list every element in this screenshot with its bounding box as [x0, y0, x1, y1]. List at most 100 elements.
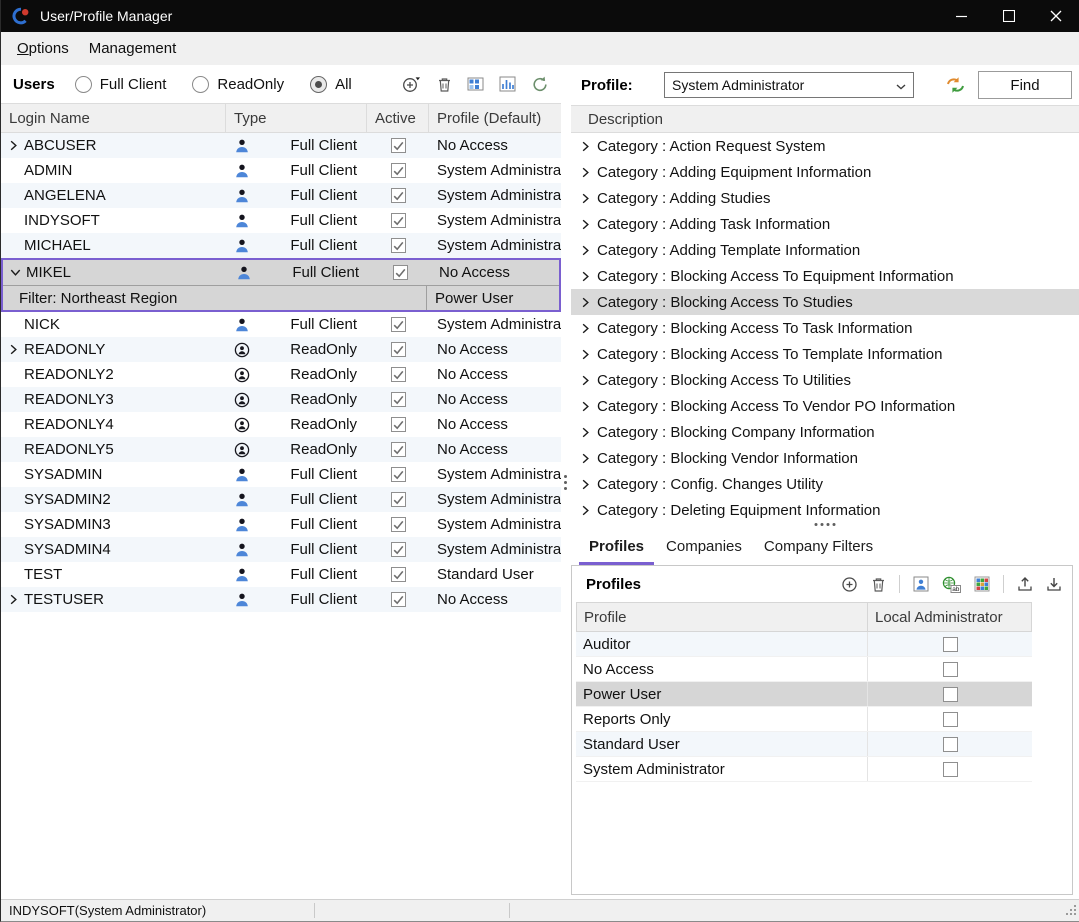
globe-rename-icon[interactable]: ab [942, 576, 961, 593]
active-checkbox[interactable] [391, 188, 406, 203]
expand-icon[interactable] [577, 268, 594, 285]
expand-icon[interactable] [577, 190, 594, 207]
category-row[interactable]: Category : Action Request System [571, 133, 1079, 159]
local-admin-checkbox[interactable] [943, 762, 958, 777]
profile-row[interactable]: System Administrator [576, 757, 1032, 782]
collapse-icon[interactable] [7, 264, 24, 281]
menu-options[interactable]: Options [7, 35, 79, 62]
tab-profiles[interactable]: Profiles [579, 532, 654, 565]
user-row[interactable]: MICHAELFull ClientSystem Administrator [1, 233, 561, 258]
splitter-grip-icon[interactable] [815, 523, 836, 526]
expand-icon[interactable] [577, 398, 594, 415]
active-checkbox[interactable] [391, 567, 406, 582]
category-row[interactable]: Category : Adding Template Information [571, 237, 1079, 263]
local-admin-checkbox[interactable] [943, 687, 958, 702]
category-row[interactable]: Category : Blocking Access To Vendor PO … [571, 393, 1079, 419]
category-row[interactable]: Category : Blocking Access To Studies [571, 289, 1079, 315]
user-row[interactable]: TESTUSERFull ClientNo Access [1, 587, 561, 612]
category-row[interactable]: Category : Adding Task Information [571, 211, 1079, 237]
user-report-icon[interactable] [499, 76, 516, 92]
permissions-grid-icon[interactable] [974, 576, 990, 592]
user-row[interactable]: SYSADMINFull ClientSystem Administrator [1, 462, 561, 487]
category-row[interactable]: Category : Adding Studies [571, 185, 1079, 211]
expand-icon[interactable] [577, 450, 594, 467]
category-row[interactable]: Category : Blocking Access To Equipment … [571, 263, 1079, 289]
add-user-icon[interactable] [402, 75, 422, 93]
column-login-name[interactable]: Login Name [1, 104, 226, 132]
user-row[interactable]: SYSADMIN3Full ClientSystem Administrator [1, 512, 561, 537]
active-checkbox[interactable] [391, 442, 406, 457]
active-checkbox[interactable] [391, 213, 406, 228]
local-admin-checkbox[interactable] [943, 637, 958, 652]
user-row[interactable]: READONLYReadOnlyNo Access [1, 337, 561, 362]
active-checkbox[interactable] [391, 163, 406, 178]
category-row[interactable]: Category : Blocking Vendor Information [571, 445, 1079, 471]
column-profile-default[interactable]: Profile (Default) [429, 104, 561, 132]
user-row[interactable]: READONLY3ReadOnlyNo Access [1, 387, 561, 412]
user-filter-row[interactable]: Filter: Northeast RegionPower User [3, 285, 559, 310]
active-checkbox[interactable] [391, 342, 406, 357]
expand-icon[interactable] [577, 242, 594, 259]
maximize-button[interactable] [985, 0, 1032, 32]
user-row[interactable]: ANGELENAFull ClientSystem Administrator [1, 183, 561, 208]
local-admin-checkbox[interactable] [943, 662, 958, 677]
expand-icon[interactable] [577, 164, 594, 181]
expand-icon[interactable] [577, 320, 594, 337]
expand-icon[interactable] [577, 294, 594, 311]
user-row[interactable]: SYSADMIN4Full ClientSystem Administrator [1, 537, 561, 562]
tab-company-filters[interactable]: Company Filters [754, 532, 883, 565]
export-icon[interactable] [1017, 576, 1033, 592]
category-row[interactable]: Category : Deleting Equipment Informatio… [571, 497, 1079, 519]
category-row[interactable]: Category : Config. Changes Utility [571, 471, 1079, 497]
column-type[interactable]: Type [226, 104, 367, 132]
user-row[interactable]: NICKFull ClientSystem Administrator [1, 312, 561, 337]
active-checkbox[interactable] [391, 592, 406, 607]
expand-icon[interactable] [5, 591, 22, 608]
expand-icon[interactable] [5, 341, 22, 358]
local-admin-checkbox[interactable] [943, 737, 958, 752]
horizontal-splitter[interactable] [571, 519, 1079, 531]
radio-readonly[interactable]: ReadOnly [192, 76, 284, 93]
active-checkbox[interactable] [391, 367, 406, 382]
column-profile[interactable]: Profile [576, 602, 868, 632]
profile-dropdown[interactable]: System Administrator [664, 72, 914, 98]
profile-row[interactable]: Power User [576, 682, 1032, 707]
profile-row[interactable]: Auditor [576, 632, 1032, 657]
resize-grip-icon[interactable] [1065, 904, 1077, 919]
refresh-profile-icon[interactable] [944, 76, 967, 94]
expand-icon[interactable] [577, 216, 594, 233]
active-checkbox[interactable] [391, 467, 406, 482]
expand-icon[interactable] [577, 476, 594, 493]
radio-readonly-circle[interactable] [192, 76, 209, 93]
tab-companies[interactable]: Companies [656, 532, 752, 565]
minimize-button[interactable] [938, 0, 985, 32]
active-checkbox[interactable] [391, 392, 406, 407]
user-row[interactable]: INDYSOFTFull ClientSystem Administrator [1, 208, 561, 233]
radio-all[interactable]: All [310, 76, 352, 93]
user-row[interactable]: TESTFull ClientStandard User [1, 562, 561, 587]
active-checkbox[interactable] [391, 492, 406, 507]
radio-full-client[interactable]: Full Client [75, 76, 167, 93]
import-icon[interactable] [1046, 576, 1062, 592]
active-checkbox[interactable] [391, 542, 406, 557]
active-checkbox[interactable] [391, 138, 406, 153]
user-row[interactable]: READONLY2ReadOnlyNo Access [1, 362, 561, 387]
find-button[interactable]: Find [978, 71, 1072, 99]
splitter-grip-icon[interactable] [564, 475, 567, 490]
user-row[interactable]: MIKELFull ClientNo Access [3, 260, 559, 285]
expand-icon[interactable] [5, 137, 22, 154]
user-row[interactable]: READONLY4ReadOnlyNo Access [1, 412, 561, 437]
add-profile-icon[interactable] [841, 576, 858, 593]
close-button[interactable] [1032, 0, 1079, 32]
active-checkbox[interactable] [391, 317, 406, 332]
menu-management[interactable]: Management [79, 35, 187, 62]
column-active[interactable]: Active [367, 104, 429, 132]
local-admin-checkbox[interactable] [943, 712, 958, 727]
delete-user-icon[interactable] [437, 76, 452, 93]
user-row[interactable]: SYSADMIN2Full ClientSystem Administrator [1, 487, 561, 512]
radio-full-client-circle[interactable] [75, 76, 92, 93]
delete-profile-icon[interactable] [871, 576, 886, 593]
profile-row[interactable]: No Access [576, 657, 1032, 682]
expand-icon[interactable] [577, 346, 594, 363]
category-row[interactable]: Category : Adding Equipment Information [571, 159, 1079, 185]
